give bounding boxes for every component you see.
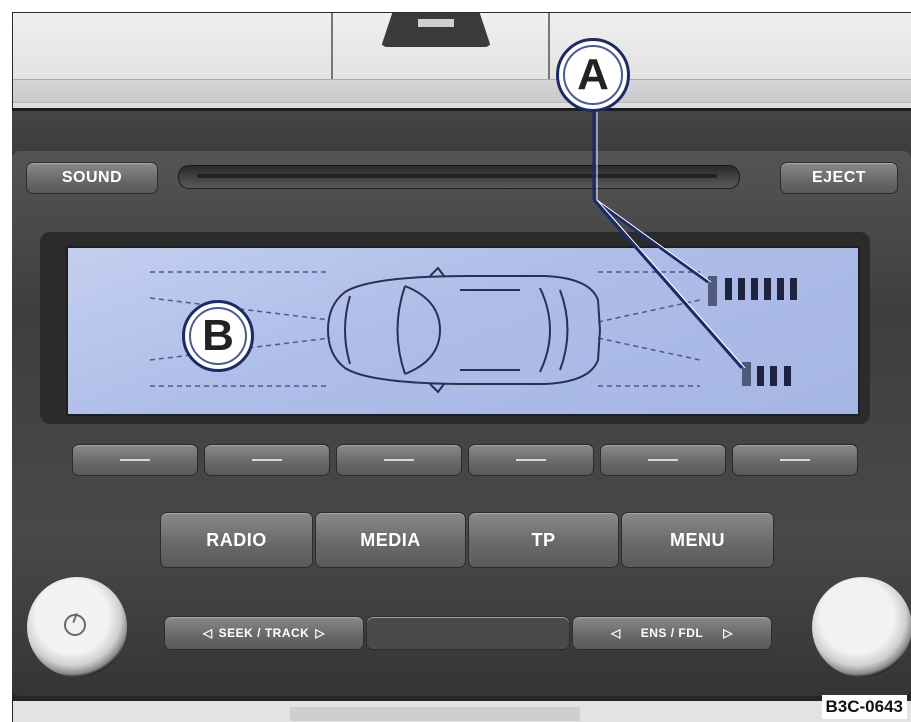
callout-b-label: B xyxy=(202,311,234,360)
dashboard-bottom xyxy=(290,707,580,721)
callout-a-label: A xyxy=(577,50,609,99)
callout-a: A xyxy=(556,38,630,112)
callout-b: B xyxy=(182,300,254,372)
figure-code: B3C-0643 xyxy=(821,695,907,719)
display-graphics xyxy=(149,110,797,394)
car-icon xyxy=(326,266,602,394)
callout-a-leaders xyxy=(592,110,744,369)
distance-segments xyxy=(708,276,797,386)
